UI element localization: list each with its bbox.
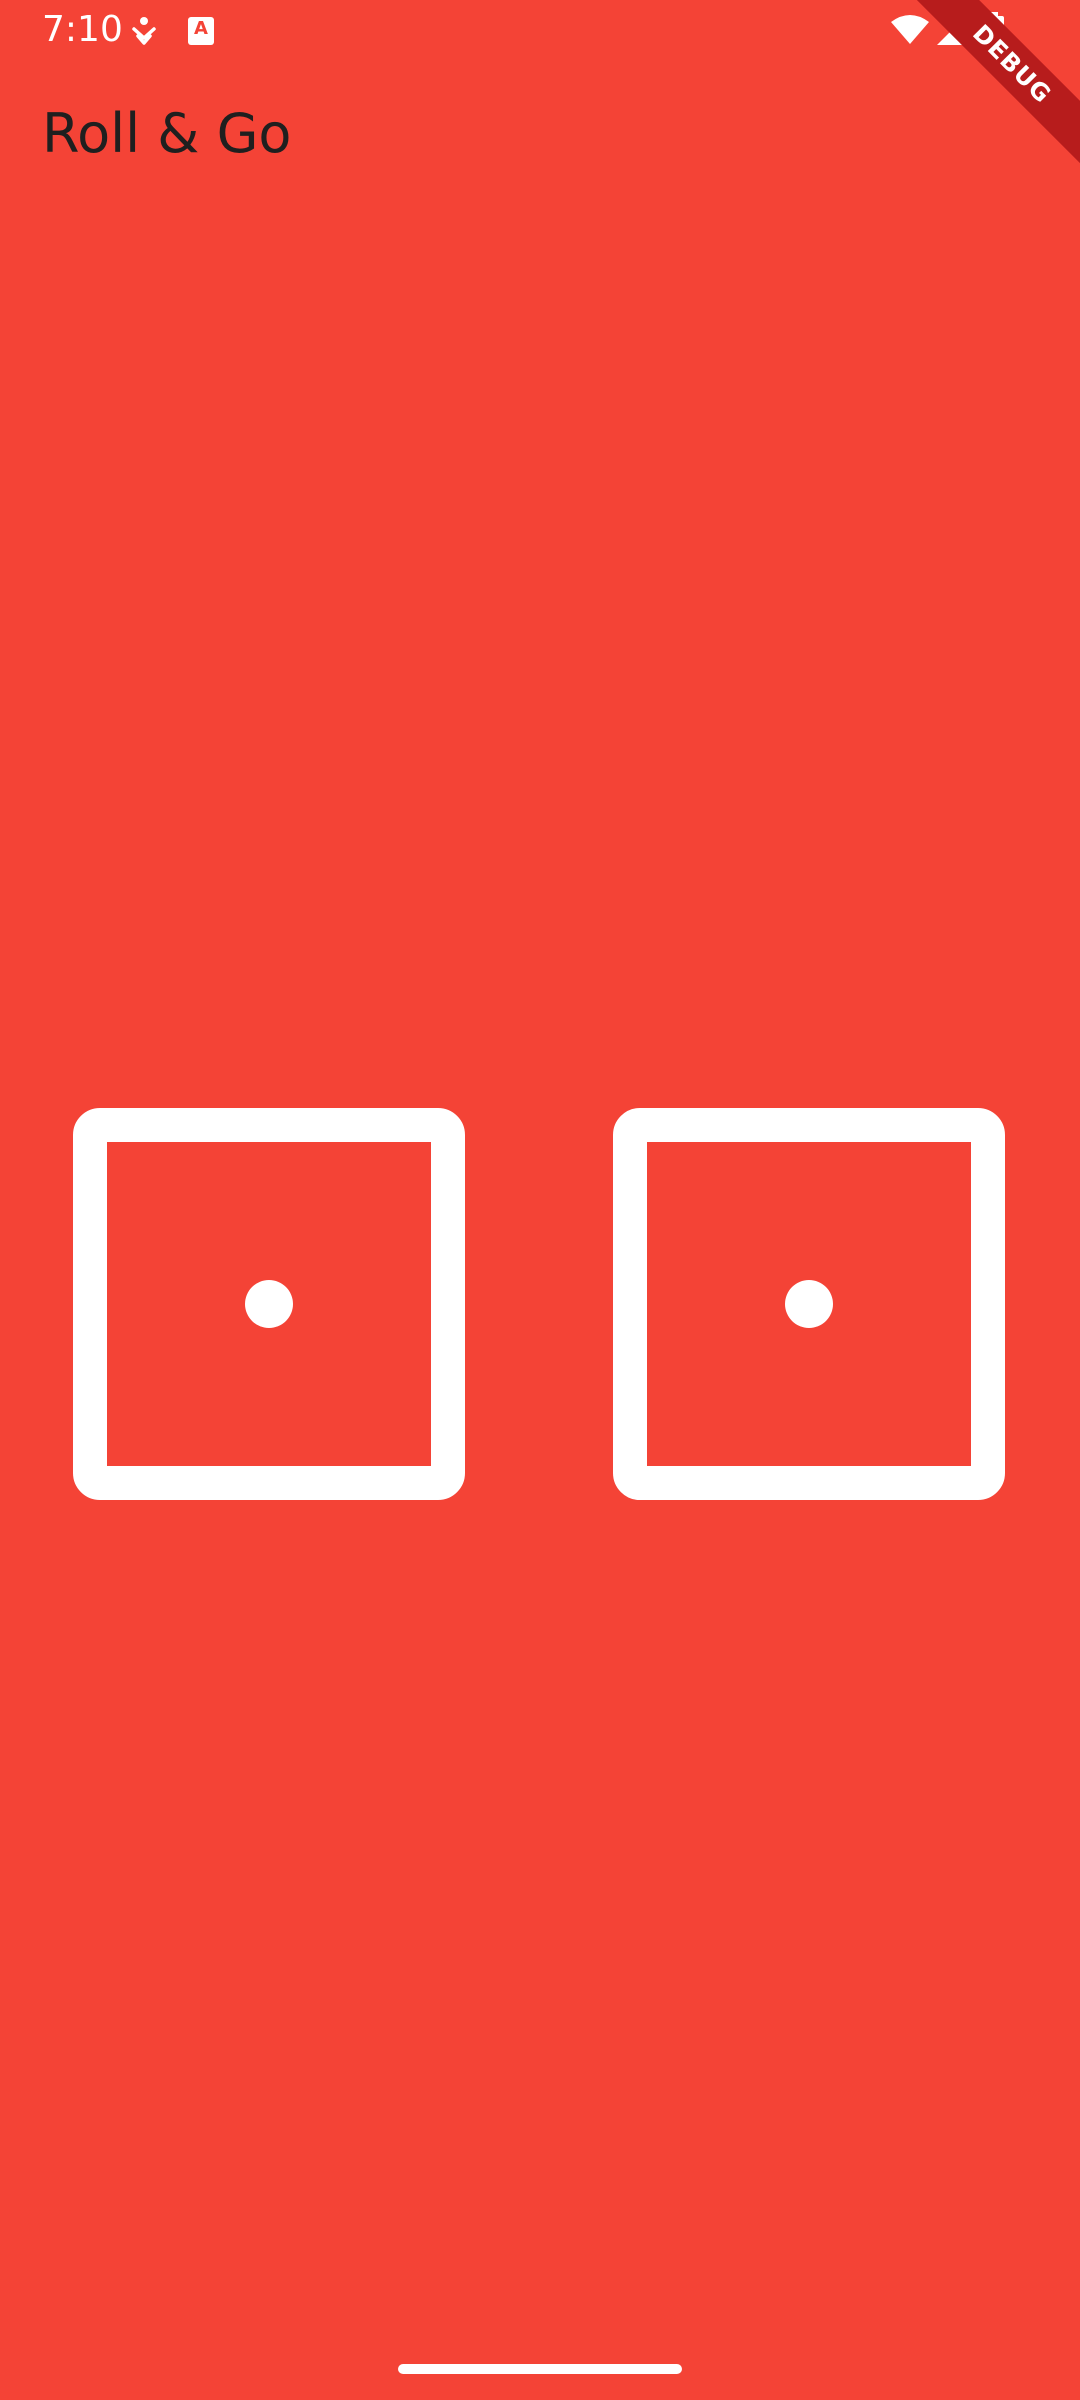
app-title: Roll & Go (42, 102, 292, 165)
right-die-button[interactable] (613, 1108, 1005, 1500)
a-badge-icon: A (188, 17, 214, 45)
die-face-one-icon (613, 1108, 1005, 1500)
die-pip (785, 1280, 833, 1328)
gesture-nav-bar[interactable] (398, 2364, 682, 2374)
status-time: 7:10 (42, 9, 123, 50)
die-pip (245, 1280, 293, 1328)
die-face-one-icon (73, 1108, 465, 1500)
wifi-icon (890, 14, 930, 46)
left-die-button[interactable] (73, 1108, 465, 1500)
status-bar: 7:10 A (0, 0, 1080, 64)
app-bar: Roll & Go (0, 64, 1080, 204)
app-screen: 7:10 A DEBUG Roll & Go (0, 0, 1080, 2400)
activity-tracker-icon (130, 16, 158, 46)
dice-row (0, 1108, 1080, 1500)
